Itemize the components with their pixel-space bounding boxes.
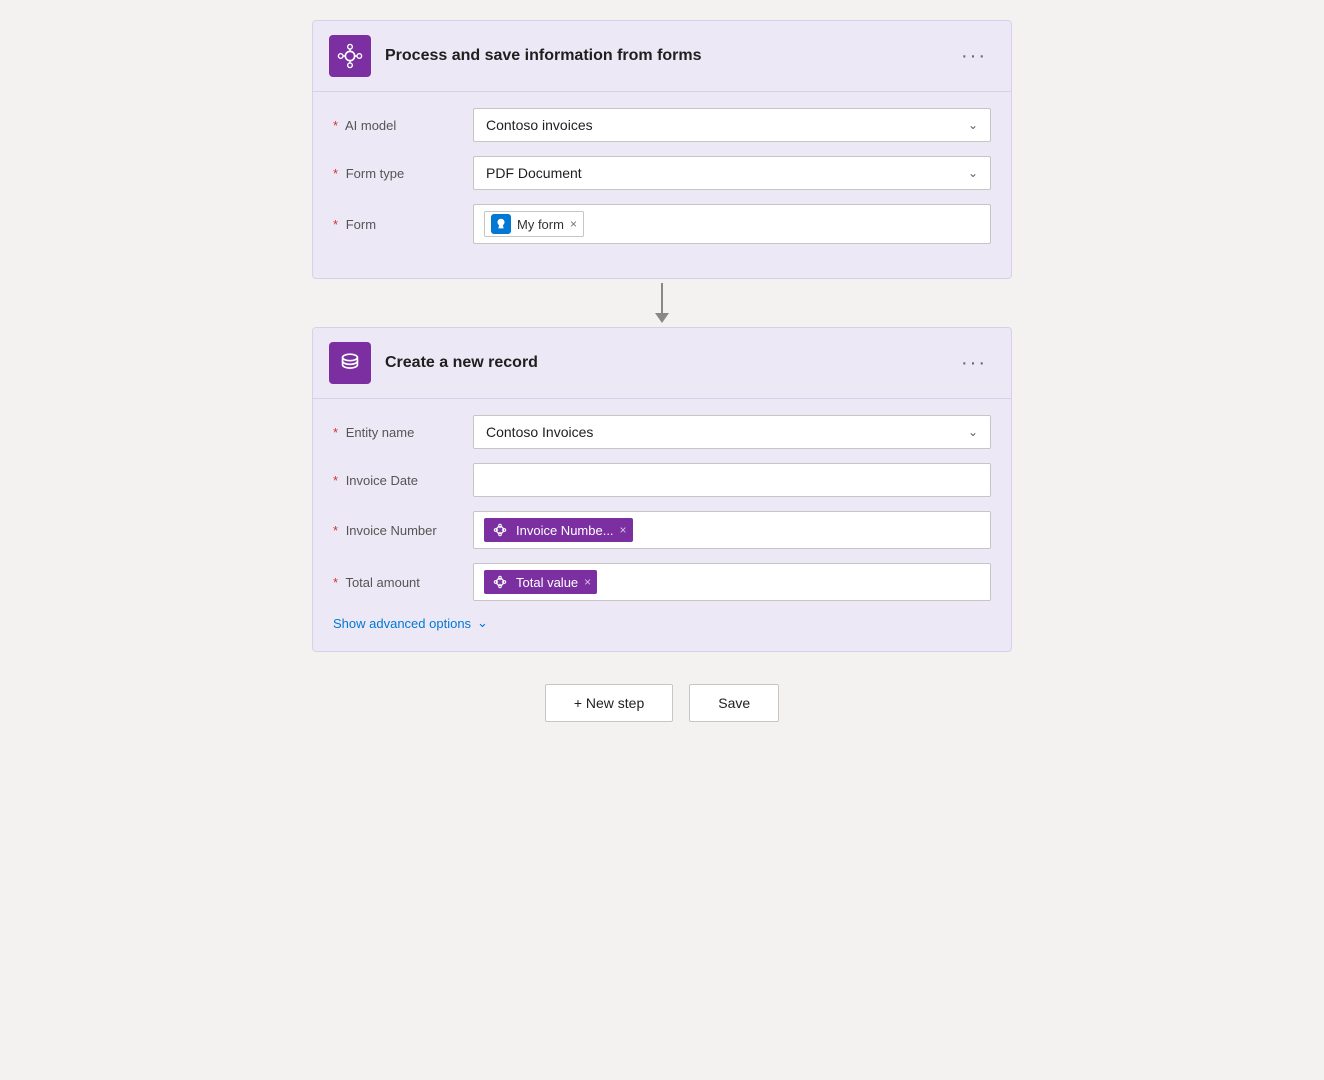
card1-icon-svg — [337, 43, 363, 69]
tag-invoice-number-icon-svg — [493, 523, 507, 537]
arrow-line — [661, 283, 663, 313]
card1-menu[interactable]: ··· — [953, 41, 995, 72]
tag-input-form[interactable]: My form × — [473, 204, 991, 244]
show-advanced-label: Show advanced options — [333, 616, 471, 631]
control-form-type[interactable]: PDF Document ⌄ — [473, 156, 991, 190]
field-invoice-date: * Invoice Date — [333, 463, 991, 497]
control-invoice-date[interactable] — [473, 463, 991, 497]
required-star: * — [333, 166, 338, 181]
tag-my-form-close[interactable]: × — [570, 217, 577, 231]
control-ai-model[interactable]: Contoso invoices ⌄ — [473, 108, 991, 142]
control-entity-name[interactable]: Contoso Invoices ⌄ — [473, 415, 991, 449]
select-entity-name[interactable]: Contoso Invoices ⌄ — [473, 415, 991, 449]
required-star: * — [333, 425, 338, 440]
card2-title: Create a new record — [385, 354, 953, 372]
card1-body: * AI model Contoso invoices ⌄ * Form typ… — [313, 92, 1011, 278]
card2-menu[interactable]: ··· — [953, 348, 995, 379]
field-form: * Form My form × — [333, 204, 991, 244]
chevron-down-icon: ⌄ — [968, 425, 978, 439]
tag-total-value-icon — [490, 572, 510, 592]
tag-my-form-label: My form — [517, 217, 564, 232]
label-entity-name: * Entity name — [333, 425, 473, 440]
save-button[interactable]: Save — [689, 684, 779, 722]
required-star: * — [333, 473, 338, 488]
tag-invoice-number-close[interactable]: × — [620, 523, 627, 537]
card1-header: Process and save information from forms … — [313, 21, 1011, 92]
tag-my-form[interactable]: My form × — [484, 211, 584, 237]
card2-icon — [329, 342, 371, 384]
chevron-down-icon: ⌄ — [968, 166, 978, 180]
card2-header: Create a new record ··· — [313, 328, 1011, 399]
required-star: * — [333, 118, 338, 133]
control-form[interactable]: My form × — [473, 204, 991, 244]
control-total-amount[interactable]: Total value × — [473, 563, 991, 601]
required-star: * — [333, 575, 338, 590]
new-step-button[interactable]: + New step — [545, 684, 673, 722]
card2-body: * Entity name Contoso Invoices ⌄ * Invoi… — [313, 399, 1011, 651]
field-ai-model: * AI model Contoso invoices ⌄ — [333, 108, 991, 142]
label-invoice-date: * Invoice Date — [333, 473, 473, 488]
tag-total-value-label: Total value — [516, 575, 578, 590]
field-entity-name: * Entity name Contoso Invoices ⌄ — [333, 415, 991, 449]
select-form-type[interactable]: PDF Document ⌄ — [473, 156, 991, 190]
field-invoice-number: * Invoice Number — [333, 511, 991, 549]
tag-input-total-amount[interactable]: Total value × — [473, 563, 991, 601]
select-form-type-value: PDF Document — [486, 165, 582, 181]
tag-invoice-number[interactable]: Invoice Numbe... × — [484, 518, 633, 542]
card2-icon-svg — [337, 350, 363, 376]
bottom-actions: + New step Save — [545, 684, 779, 722]
card-create-record: Create a new record ··· * Entity name Co… — [312, 327, 1012, 652]
card-process-forms: Process and save information from forms … — [312, 20, 1012, 279]
arrow-head — [655, 313, 669, 323]
select-ai-model-value: Contoso invoices — [486, 117, 593, 133]
tag-invoice-number-label: Invoice Numbe... — [516, 523, 614, 538]
tag-form-icon-svg — [494, 217, 508, 231]
input-invoice-date[interactable] — [473, 463, 991, 497]
label-total-amount: * Total amount — [333, 575, 473, 590]
arrow-connector-1 — [655, 283, 669, 323]
card1-icon — [329, 35, 371, 77]
field-total-amount: * Total amount — [333, 563, 991, 601]
tag-input-invoice-number[interactable]: Invoice Numbe... × — [473, 511, 991, 549]
select-entity-name-value: Contoso Invoices — [486, 424, 593, 440]
label-form: * Form — [333, 217, 473, 232]
label-invoice-number: * Invoice Number — [333, 523, 473, 538]
label-ai-model: * AI model — [333, 118, 473, 133]
select-ai-model[interactable]: Contoso invoices ⌄ — [473, 108, 991, 142]
required-star: * — [333, 523, 338, 538]
chevron-down-advanced-icon: ⌄ — [477, 615, 488, 631]
required-star: * — [333, 217, 338, 232]
tag-form-icon — [491, 214, 511, 234]
label-form-type: * Form type — [333, 166, 473, 181]
chevron-down-icon: ⌄ — [968, 118, 978, 132]
card1-title: Process and save information from forms — [385, 47, 953, 65]
tag-total-value-icon-svg — [493, 575, 507, 589]
tag-total-value-close[interactable]: × — [584, 575, 591, 589]
control-invoice-number[interactable]: Invoice Numbe... × — [473, 511, 991, 549]
canvas: Process and save information from forms … — [0, 0, 1324, 722]
show-advanced-options[interactable]: Show advanced options ⌄ — [333, 615, 991, 631]
tag-invoice-number-icon — [490, 520, 510, 540]
field-form-type: * Form type PDF Document ⌄ — [333, 156, 991, 190]
tag-total-value[interactable]: Total value × — [484, 570, 597, 594]
